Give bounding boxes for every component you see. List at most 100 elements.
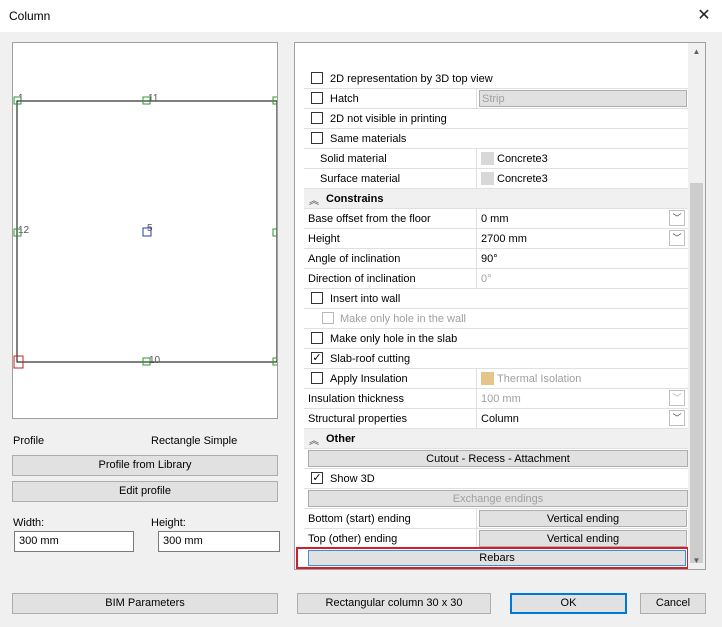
point-label-12: 12 xyxy=(18,225,30,236)
top-ending-cell[interactable]: Vertical ending xyxy=(476,529,688,548)
row-hole-wall: Make only hole in the wall xyxy=(304,309,688,329)
chevron-down-icon[interactable]: ﹀ xyxy=(669,210,685,226)
row-show3d[interactable]: ✓ Show 3D xyxy=(304,469,688,489)
row-structural[interactable]: Structural properties Column ﹀ xyxy=(304,409,688,429)
row-hole-slab[interactable]: Make only hole in the slab xyxy=(304,329,688,349)
row-slab-roof[interactable]: ✓ Slab-roof cutting xyxy=(304,349,688,369)
point-label-11: 11 xyxy=(148,93,159,104)
row-insulation-thickness: Insulation thickness 100 mm ﹀ xyxy=(304,389,688,409)
insulation-material-value: Thermal Isolation xyxy=(497,373,582,385)
base-offset-cell[interactable]: 0 mm ﹀ xyxy=(476,209,688,228)
collapse-icon[interactable]: ︽ xyxy=(309,432,319,447)
checkmark-icon: ✓ xyxy=(312,472,322,484)
scroll-down-icon[interactable]: ▼ xyxy=(688,552,705,569)
checkbox-slab-roof[interactable]: ✓ xyxy=(311,352,323,364)
edit-profile-button[interactable]: Edit profile xyxy=(12,481,278,502)
row-height[interactable]: Height 2700 mm ﹀ xyxy=(304,229,688,249)
structural-cell[interactable]: Column ﹀ xyxy=(476,409,688,428)
row-2d-not-visible-label: 2D not visible in printing xyxy=(330,113,447,125)
insulation-thickness-value: 100 mm xyxy=(481,393,521,405)
property-grid-scrollbar[interactable]: ▲ ▼ xyxy=(688,43,705,569)
insulation-material-cell: Thermal Isolation xyxy=(476,369,688,388)
row-solid-material[interactable]: Solid material Concrete3 xyxy=(304,149,688,169)
show3d-label: Show 3D xyxy=(330,473,375,485)
cancel-button[interactable]: Cancel xyxy=(640,593,706,614)
angle-cell[interactable]: 90° xyxy=(476,249,688,268)
row-apply-insulation[interactable]: Apply Insulation Thermal Isolation xyxy=(304,369,688,389)
bottom-ending-label: Bottom (start) ending xyxy=(308,513,411,525)
section-other-title: Other xyxy=(326,433,356,445)
checkbox-hole-wall xyxy=(322,312,334,324)
hole-wall-label: Make only hole in the wall xyxy=(340,313,466,325)
close-icon[interactable]: ✕ xyxy=(694,6,714,26)
bottom-ending-cell[interactable]: Vertical ending xyxy=(476,509,688,528)
scrollbar-thumb[interactable] xyxy=(690,183,703,563)
row-direction-inclination[interactable]: Direction of inclination 0° xyxy=(304,269,688,289)
section-other[interactable]: ︽ Other xyxy=(304,429,688,449)
window-title: Column xyxy=(9,9,51,23)
bim-parameters-button[interactable]: BIM Parameters xyxy=(12,593,278,614)
checkbox-2d-representation[interactable] xyxy=(311,72,323,84)
rebars-button[interactable]: Rebars xyxy=(308,550,686,566)
chevron-down-icon[interactable]: ﹀ xyxy=(669,230,685,246)
row-surface-material[interactable]: Surface material Concrete3 xyxy=(304,169,688,189)
row-2d-representation[interactable]: 2D representation by 3D top view xyxy=(304,69,688,89)
row-top-ending[interactable]: Top (other) ending Vertical ending xyxy=(304,529,688,549)
bottom-ending-button[interactable]: Vertical ending xyxy=(479,510,687,527)
scroll-up-icon[interactable]: ▲ xyxy=(688,43,705,60)
row-cutout[interactable]: Cutout - Recess - Attachment xyxy=(304,449,688,469)
checkbox-2d-not-visible[interactable] xyxy=(311,112,323,124)
insert-wall-label: Insert into wall xyxy=(330,293,401,305)
exchange-endings-button: Exchange endings xyxy=(308,490,688,507)
chevron-down-icon[interactable]: ﹀ xyxy=(669,410,685,426)
property-grid[interactable]: 2D representation by 3D top view Hatch S… xyxy=(294,42,706,570)
hatch-value-button: Strip xyxy=(479,90,687,107)
row-2d-representation-label: 2D representation by 3D top view xyxy=(330,73,493,85)
checkbox-hole-slab[interactable] xyxy=(311,332,323,344)
row-2d-not-visible[interactable]: 2D not visible in printing xyxy=(304,109,688,129)
solid-material-cell[interactable]: Concrete3 xyxy=(476,149,688,168)
chevron-down-icon: ﹀ xyxy=(669,390,685,406)
apply-insulation-label: Apply Insulation xyxy=(330,373,408,385)
width-label: Width: xyxy=(13,517,45,529)
checkbox-insert-wall[interactable] xyxy=(311,292,323,304)
row-hatch[interactable]: Hatch Strip xyxy=(304,89,688,109)
base-offset-label: Base offset from the floor xyxy=(308,213,431,225)
surface-material-label: Surface material xyxy=(320,173,401,185)
solid-material-label: Solid material xyxy=(320,153,387,165)
preset-button[interactable]: Rectangular column 30 x 30 xyxy=(297,593,491,614)
checkbox-show3d[interactable]: ✓ xyxy=(311,472,323,484)
row-same-materials-label: Same materials xyxy=(330,133,407,145)
direction-cell: 0° xyxy=(476,269,688,288)
row-exchange-endings: Exchange endings xyxy=(304,489,688,509)
section-constrains[interactable]: ︽ Constrains xyxy=(304,189,688,209)
cutout-recess-attachment-button[interactable]: Cutout - Recess - Attachment xyxy=(308,450,688,467)
profile-preview[interactable]: 1 11 12 5 10 xyxy=(12,42,278,419)
profile-label: Profile xyxy=(13,435,45,447)
checkmark-icon: ✓ xyxy=(312,352,322,364)
checkbox-hatch[interactable] xyxy=(311,92,323,104)
hatch-value-cell: Strip xyxy=(476,89,688,108)
height-cell[interactable]: 2700 mm ﹀ xyxy=(476,229,688,248)
profile-from-library-button[interactable]: Profile from Library xyxy=(12,455,278,476)
hole-slab-label: Make only hole in the slab xyxy=(330,333,458,345)
row-angle-inclination[interactable]: Angle of inclination 90° xyxy=(304,249,688,269)
row-bottom-ending[interactable]: Bottom (start) ending Vertical ending xyxy=(304,509,688,529)
height-input[interactable]: 300 mm xyxy=(158,531,280,552)
top-ending-button[interactable]: Vertical ending xyxy=(479,530,687,547)
row-insert-wall[interactable]: Insert into wall xyxy=(304,289,688,309)
insulation-thickness-cell: 100 mm ﹀ xyxy=(476,389,688,408)
row-same-materials[interactable]: Same materials xyxy=(304,129,688,149)
checkbox-apply-insulation[interactable] xyxy=(311,372,323,384)
row-base-offset[interactable]: Base offset from the floor 0 mm ﹀ xyxy=(304,209,688,229)
profile-value: Rectangle Simple xyxy=(151,435,238,447)
base-offset-value: 0 mm xyxy=(481,213,509,225)
structural-label: Structural properties xyxy=(308,413,408,425)
collapse-icon[interactable]: ︽ xyxy=(309,192,319,207)
checkbox-same-materials[interactable] xyxy=(311,132,323,144)
height-row-label: Height xyxy=(308,233,340,245)
surface-material-cell[interactable]: Concrete3 xyxy=(476,169,688,188)
height-label: Height: xyxy=(151,517,186,529)
width-input[interactable]: 300 mm xyxy=(14,531,134,552)
ok-button[interactable]: OK xyxy=(510,593,627,614)
